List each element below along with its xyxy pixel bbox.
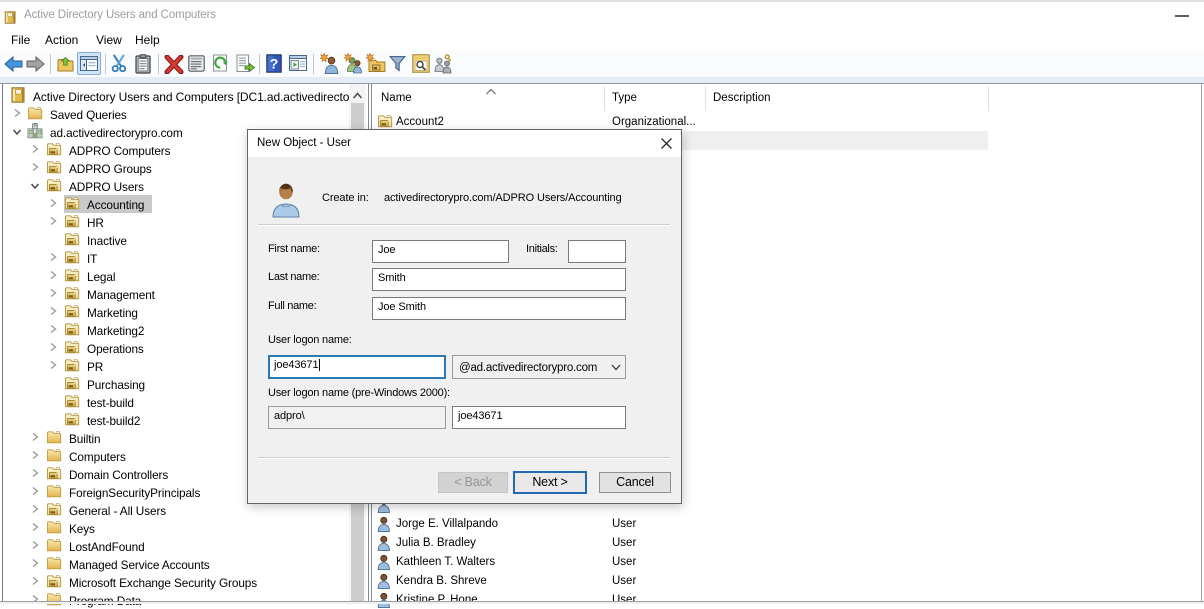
svg-text:?: ? bbox=[270, 56, 279, 72]
